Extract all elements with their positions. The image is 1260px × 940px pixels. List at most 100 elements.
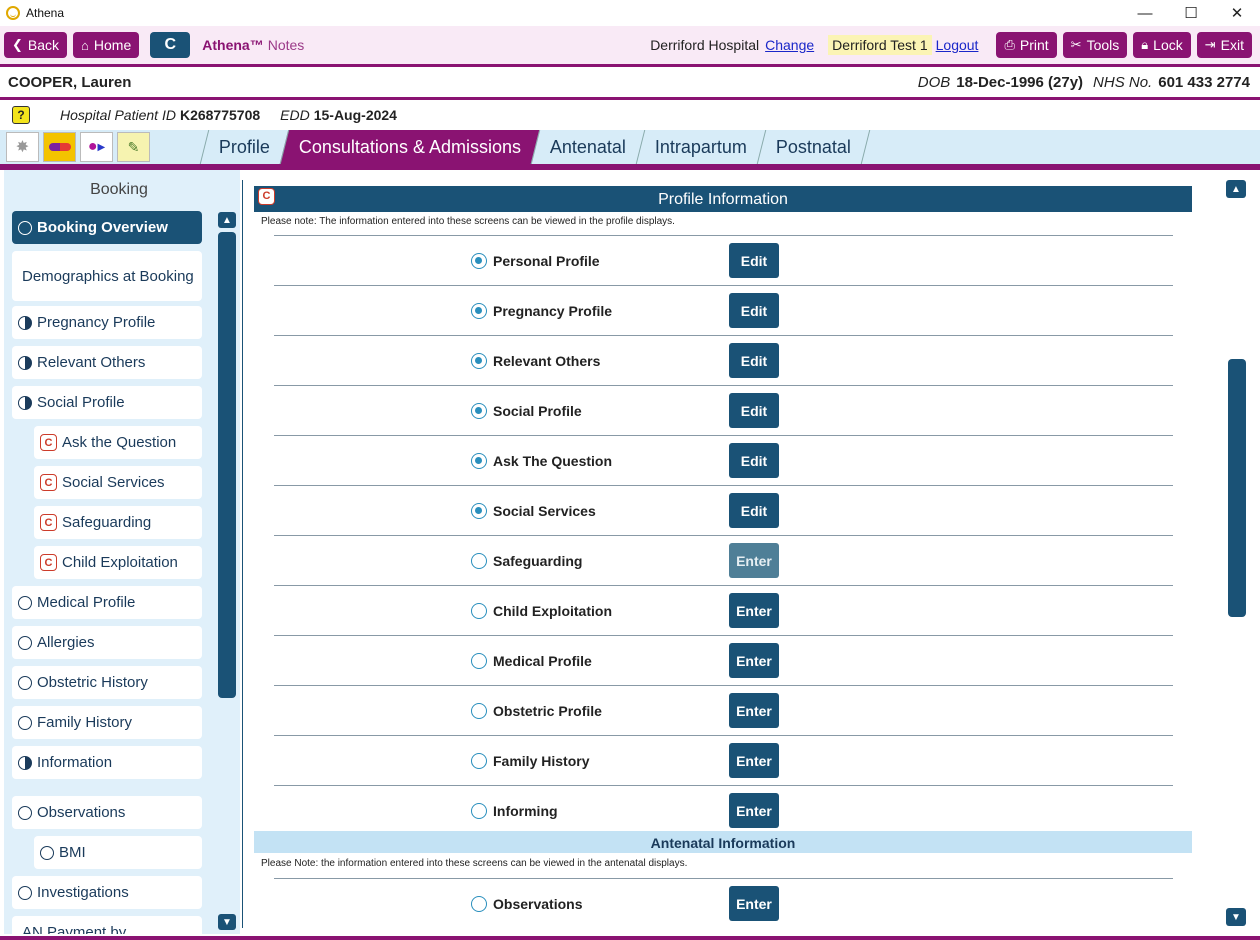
printer-icon: ⎙	[1004, 37, 1015, 52]
sidebar-item[interactable]: AN Payment by	[12, 916, 202, 934]
medication-icon[interactable]	[43, 132, 76, 162]
sidebar-item[interactable]: C Social Services	[34, 466, 202, 499]
enter-button[interactable]: Enter	[729, 743, 779, 778]
sidebar-item[interactable]: Allergies	[12, 626, 202, 659]
notes-icon[interactable]: ✎	[117, 132, 150, 162]
sidebar-item-label: Information	[37, 754, 113, 771]
sidebar-item[interactable]: Medical Profile	[12, 586, 202, 619]
sidebar-item-label: Ask the Question	[62, 434, 177, 451]
booking-sidebar: Booking Booking Overview Demographics at …	[4, 170, 240, 934]
profile-row: Obstetric Profile Enter	[274, 685, 1173, 735]
patient-list-icon[interactable]: ● ▶	[80, 132, 113, 162]
tab-profile[interactable]: Profile	[199, 130, 289, 164]
sidebar-item[interactable]: C Safeguarding	[34, 506, 202, 539]
tab-intrapartum[interactable]: Intrapartum	[635, 130, 766, 164]
sidebar-item[interactable]: Demographics at Booking	[12, 251, 202, 301]
sidebar-item[interactable]: C Child Exploitation	[34, 546, 202, 579]
main-scrollbar[interactable]: ▲ ▼	[1226, 180, 1246, 928]
sidebar-item-label: Medical Profile	[37, 594, 136, 611]
sidebar-item[interactable]: Family History	[12, 706, 202, 739]
profile-row: Personal Profile Edit	[274, 235, 1173, 285]
edit-button[interactable]: Edit	[729, 393, 779, 428]
back-label: Back	[27, 37, 60, 53]
sidebar-item-label: Social Services	[62, 474, 165, 491]
row-label: Observations	[493, 896, 583, 912]
enter-button[interactable]: Enter	[729, 693, 779, 728]
lock-button[interactable]: 🔒︎ Lock	[1133, 32, 1191, 58]
partial-status-icon	[18, 395, 32, 410]
c-button[interactable]: C	[150, 32, 191, 58]
sidebar-item[interactable]: Booking Overview	[12, 211, 202, 244]
sidebar-item-label: Family History	[37, 714, 133, 731]
edit-button[interactable]: Edit	[729, 343, 779, 378]
main-scroll-thumb[interactable]	[1228, 359, 1246, 617]
tab-consultations-admissions[interactable]: Consultations & Admissions	[279, 130, 540, 164]
back-button[interactable]: ❮ Back	[4, 32, 68, 58]
sidebar-item[interactable]: Pregnancy Profile	[12, 306, 202, 339]
panel-divider	[242, 180, 243, 928]
sidebar-scrollbar[interactable]: ▲ ▼	[218, 210, 236, 934]
profile-row: Safeguarding Enter	[274, 535, 1173, 585]
close-button[interactable]: ✕	[1214, 0, 1260, 26]
toolbar-right: Derriford Hospital Change Derriford Test…	[650, 32, 1254, 58]
enter-button[interactable]: Enter	[729, 593, 779, 628]
lock-label: Lock	[1153, 37, 1183, 53]
tools-button[interactable]: ✂ Tools	[1062, 32, 1128, 58]
maximize-button[interactable]: ☐	[1168, 0, 1214, 26]
sidebar-item[interactable]: Information	[12, 746, 202, 779]
enter-button[interactable]: Enter	[729, 543, 779, 578]
puzzle-icon[interactable]: ✸	[6, 132, 39, 162]
main-scroll-up-icon[interactable]: ▲	[1226, 180, 1246, 198]
incomplete-radio-icon	[471, 753, 487, 769]
enter-button[interactable]: Enter	[729, 886, 779, 921]
incomplete-radio-icon	[471, 603, 487, 619]
completed-radio-icon	[471, 503, 487, 519]
logout-link[interactable]: Logout	[936, 37, 979, 53]
minimize-button[interactable]: —	[1122, 0, 1168, 26]
scroll-up-icon[interactable]: ▲	[218, 212, 236, 228]
incomplete-radio-icon	[471, 703, 487, 719]
patient-banner: COOPER, Lauren DOB 18-Dec-1996 (27y) NHS N…	[0, 67, 1260, 97]
scroll-down-icon[interactable]: ▼	[218, 914, 236, 930]
sidebar-item[interactable]: C Ask the Question	[34, 426, 202, 459]
tab-antenatal[interactable]: Antenatal	[530, 130, 645, 164]
completed-radio-icon	[471, 353, 487, 369]
main-scroll-down-icon[interactable]: ▼	[1226, 908, 1246, 926]
sidebar-title: Booking	[90, 181, 148, 198]
sidebar-item[interactable]: Observations	[12, 796, 202, 829]
window-title: Athena	[26, 6, 65, 20]
sidebar-item-label: BMI	[59, 844, 86, 861]
home-button[interactable]: ⌂ Home	[73, 32, 140, 58]
change-hospital-link[interactable]: Change	[765, 37, 814, 53]
sidebar-item[interactable]: Social Profile	[12, 386, 202, 419]
empty-status-icon	[18, 635, 32, 650]
sidebar-item-label: Observations	[37, 804, 126, 821]
sidebar-item[interactable]: Relevant Others	[12, 346, 202, 379]
help-icon[interactable]: ?	[12, 106, 30, 124]
print-button[interactable]: ⎙ Print	[996, 32, 1057, 58]
edit-button[interactable]: Edit	[729, 243, 779, 278]
row-label: Family History	[493, 753, 590, 769]
profile-row: Observations Enter	[274, 878, 1173, 928]
sidebar-scroll-thumb[interactable]	[218, 232, 236, 698]
enter-button[interactable]: Enter	[729, 643, 779, 678]
tab-postnatal[interactable]: Postnatal	[757, 130, 871, 164]
tools-label: Tools	[1086, 37, 1120, 53]
profile-row: Medical Profile Enter	[274, 635, 1173, 685]
sidebar-item[interactable]: Obstetric History	[12, 666, 202, 699]
c-badge-icon: C	[40, 474, 57, 491]
edit-button[interactable]: Edit	[729, 493, 779, 528]
sidebar-item[interactable]: BMI	[34, 836, 202, 869]
dob-value: 18-Dec-1996 (27y)	[956, 73, 1084, 91]
enter-button[interactable]: Enter	[729, 793, 779, 828]
profile-section-note: Please note: The information entered int…	[261, 216, 675, 227]
profile-section-title: Profile Information	[658, 191, 788, 208]
incomplete-radio-icon	[471, 896, 487, 912]
edit-button[interactable]: Edit	[729, 443, 779, 478]
exit-icon: ⇥	[1204, 37, 1216, 52]
sidebar-item-label: Child Exploitation	[62, 554, 178, 571]
row-label: Ask The Question	[493, 453, 613, 469]
sidebar-item[interactable]: Investigations	[12, 876, 202, 909]
edit-button[interactable]: Edit	[729, 293, 779, 328]
exit-button[interactable]: ⇥ Exit	[1196, 32, 1252, 58]
